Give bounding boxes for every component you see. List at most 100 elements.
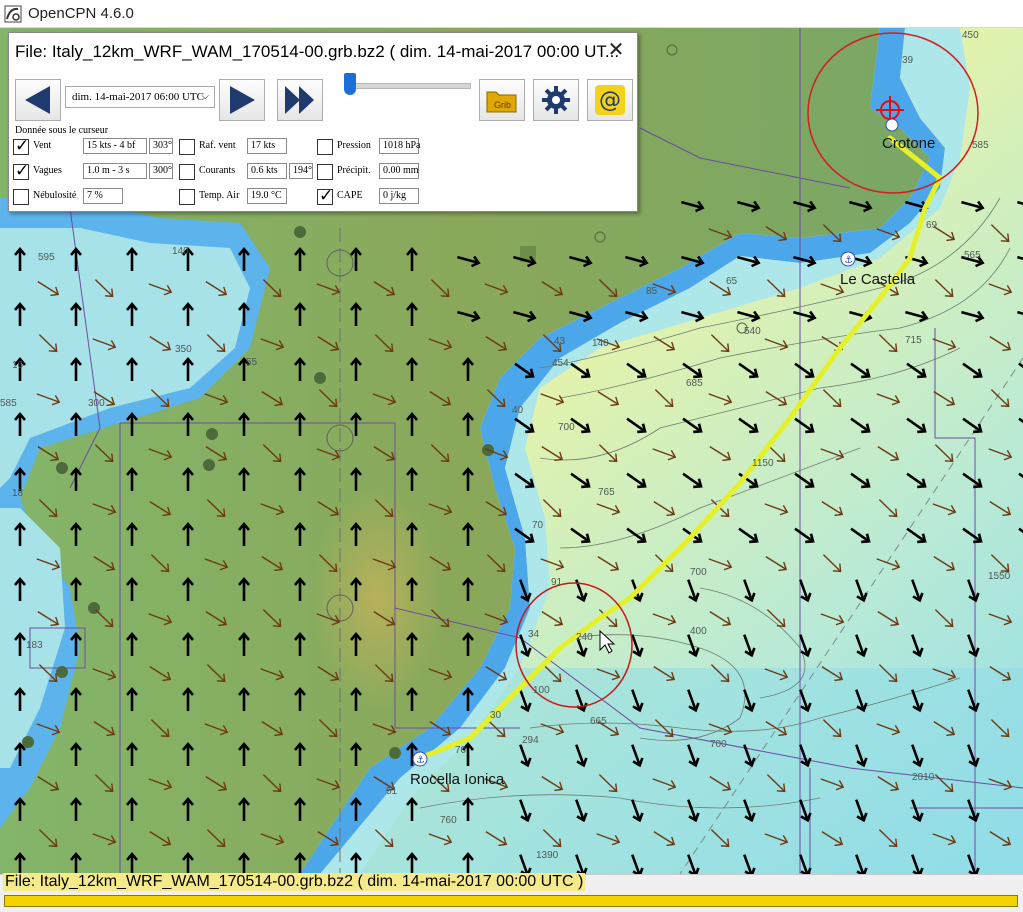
status-bar: File: Italy_12km_WRF_WAM_170514-00.grb.b… xyxy=(0,873,1023,912)
raf-vent-checkbox[interactable] xyxy=(179,139,195,155)
temp-air-value: 19.0 °C xyxy=(247,188,287,204)
time-slider-thumb[interactable] xyxy=(344,73,356,95)
svg-text:40: 40 xyxy=(512,405,524,416)
email-icon: @ xyxy=(595,85,625,115)
opencpn-logo-icon xyxy=(4,5,22,22)
svg-text:240: 240 xyxy=(576,632,593,643)
precipit-checkbox[interactable] xyxy=(317,164,333,180)
svg-text:700: 700 xyxy=(690,567,707,578)
nebulosite-value: 7 % xyxy=(83,188,123,204)
svg-text:140: 140 xyxy=(592,338,609,349)
svg-text:Grib: Grib xyxy=(494,100,511,110)
svg-text:18: 18 xyxy=(12,488,24,499)
progress-bar xyxy=(4,895,1018,907)
vent-checkbox[interactable] xyxy=(13,136,29,156)
cape-value: 0 j/kg xyxy=(379,188,419,204)
grib-dialog[interactable]: File: Italy_12km_WRF_WAM_170514-00.grb.b… xyxy=(8,32,638,212)
grib-dialog-title: File: Italy_12km_WRF_WAM_170514-00.grb.b… xyxy=(15,42,620,61)
vagues-checkbox[interactable] xyxy=(13,161,29,181)
svg-text:69: 69 xyxy=(926,220,938,231)
now-button[interactable] xyxy=(277,79,323,121)
courants-value: 0.6 kts xyxy=(247,163,287,179)
precipit-label: Précipit. xyxy=(337,165,371,176)
vagues-value: 1.0 m - 3 s xyxy=(83,163,147,179)
svg-text:70: 70 xyxy=(532,520,544,531)
fast-forward-icon xyxy=(285,86,314,114)
arrow-right-icon xyxy=(230,86,255,114)
time-select[interactable]: dim. 14-mai-2017 06:00 UTC ⌵ xyxy=(65,86,215,108)
anchor-icon[interactable]: ⚓ xyxy=(412,751,428,767)
svg-text:760: 760 xyxy=(440,815,457,826)
place-label-crotone: Crotone xyxy=(882,135,935,152)
place-label-rocella-ionica: Rocella Ionica xyxy=(410,771,505,788)
anchor-icon[interactable] xyxy=(885,118,899,132)
svg-text:70: 70 xyxy=(455,745,467,756)
svg-text:30: 30 xyxy=(490,710,502,721)
svg-text:34: 34 xyxy=(528,629,540,640)
svg-text:765: 765 xyxy=(598,487,615,498)
svg-text:140: 140 xyxy=(172,246,189,257)
svg-text:350: 350 xyxy=(175,344,192,355)
progress-fill xyxy=(5,896,1017,906)
pression-checkbox[interactable] xyxy=(317,139,333,155)
time-slider-track[interactable] xyxy=(349,83,471,89)
temp-air-label: Temp. Air xyxy=(199,190,240,201)
temp-air-checkbox[interactable] xyxy=(179,189,195,205)
place-label-le-castella: Le Castella xyxy=(840,271,916,288)
gear-icon xyxy=(542,86,570,114)
status-text: File: Italy_12km_WRF_WAM_170514-00.grb.b… xyxy=(3,873,586,891)
svg-text:100: 100 xyxy=(533,685,550,696)
cape-label: CAPE xyxy=(337,190,363,201)
svg-text:400: 400 xyxy=(690,626,707,637)
anchor-icon[interactable]: ⚓ xyxy=(840,251,856,267)
svg-text:1390: 1390 xyxy=(536,850,559,861)
svg-text:⚓: ⚓ xyxy=(844,255,853,266)
svg-text:450: 450 xyxy=(962,30,979,41)
courants-direction: 194° xyxy=(289,163,313,179)
folder-icon: Grib xyxy=(486,91,517,113)
vagues-direction: 300° xyxy=(149,163,173,179)
svg-text:55: 55 xyxy=(246,357,258,368)
svg-text:⚓: ⚓ xyxy=(416,755,425,766)
svg-text:65: 65 xyxy=(726,276,738,287)
svg-text:585: 585 xyxy=(0,398,17,409)
vent-value: 15 kts - 4 bf xyxy=(83,138,147,154)
chevron-down-icon: ⌵ xyxy=(201,91,209,102)
vent-direction: 303° xyxy=(149,138,173,154)
arrow-left-icon xyxy=(25,86,50,114)
svg-text:39: 39 xyxy=(902,55,914,66)
svg-text:585: 585 xyxy=(972,140,989,151)
cursor-data-header: Donnée sous le curseur xyxy=(15,125,109,136)
nebulosite-label: Nébulosité xyxy=(33,190,77,201)
svg-text:565: 565 xyxy=(964,250,981,261)
svg-text:16: 16 xyxy=(12,360,24,371)
courants-checkbox[interactable] xyxy=(179,164,195,180)
vagues-label: Vagues xyxy=(33,165,62,176)
nebulosite-checkbox[interactable] xyxy=(13,189,29,205)
app-title: OpenCPN 4.6.0 xyxy=(28,5,134,22)
time-select-value: dim. 14-mai-2017 06:00 UTC xyxy=(72,91,204,103)
svg-text:91: 91 xyxy=(551,577,563,588)
app-titlebar: OpenCPN 4.6.0 xyxy=(0,0,1023,28)
previous-time-button[interactable] xyxy=(15,79,61,121)
raf-vent-value: 17 kts xyxy=(247,138,287,154)
settings-button[interactable] xyxy=(533,79,579,121)
cape-checkbox[interactable] xyxy=(317,186,333,206)
close-icon[interactable]: ✕ xyxy=(605,39,627,61)
pression-value: 1018 hPa xyxy=(379,138,421,154)
svg-text:454: 454 xyxy=(552,358,569,369)
precipit-value: 0.00 mm xyxy=(379,163,419,179)
open-grib-button[interactable]: Grib xyxy=(479,79,525,121)
next-time-button[interactable] xyxy=(219,79,265,121)
svg-text:294: 294 xyxy=(522,735,539,746)
svg-text:1150: 1150 xyxy=(752,458,774,469)
svg-text:183: 183 xyxy=(26,640,43,651)
svg-text:85: 85 xyxy=(646,286,658,297)
vent-label: Vent xyxy=(33,140,52,151)
svg-text:595: 595 xyxy=(38,252,55,263)
pression-label: Pression xyxy=(337,140,371,151)
request-button[interactable]: @ xyxy=(587,79,633,121)
courants-label: Courants xyxy=(199,165,236,176)
svg-text:43: 43 xyxy=(554,336,566,347)
svg-text:51: 51 xyxy=(386,786,398,797)
